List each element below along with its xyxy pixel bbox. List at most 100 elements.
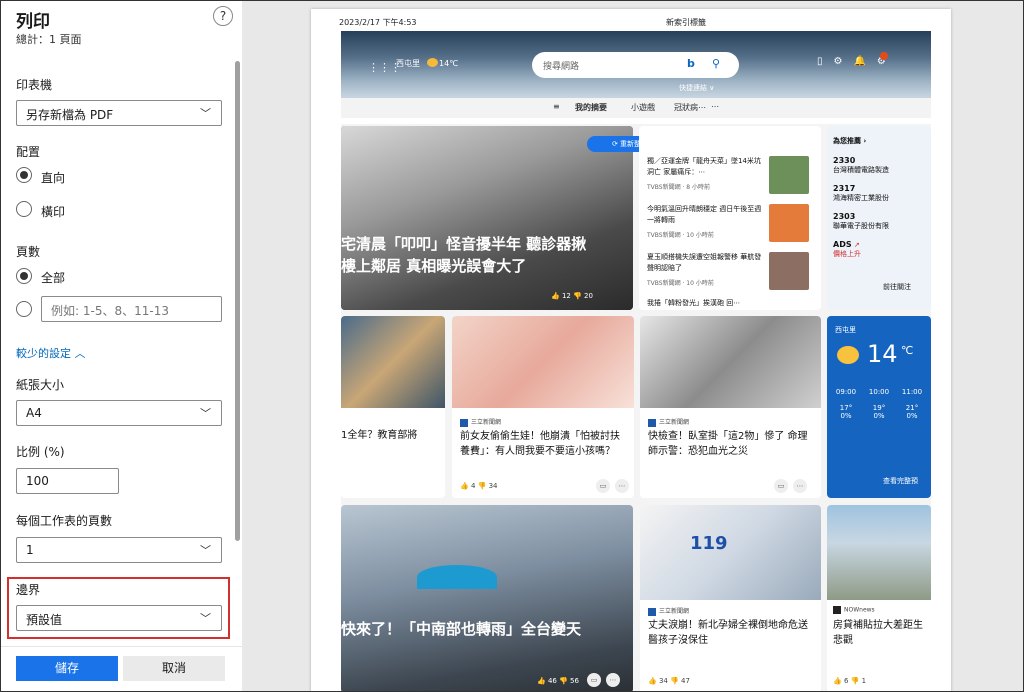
stock-4: ADS ↗ 價格上升 xyxy=(833,240,861,259)
more-icon: ⋯ xyxy=(615,479,629,493)
weather-sun-icon xyxy=(427,58,438,67)
quick-links-text: 快捷連結 ∨ xyxy=(679,84,715,92)
source-logo-icon xyxy=(648,418,656,427)
hour-temp: 21° xyxy=(905,404,919,412)
classroom-image xyxy=(341,316,445,408)
news-source-2: TVBS新聞網 · 10 小時前 xyxy=(647,232,714,239)
card-3-text: 快檢查！臥室掛「這2物」慘了 命理師示警：恐犯血光之災 xyxy=(648,431,808,457)
ambulance-image xyxy=(640,505,821,600)
save-icon: ▭ xyxy=(587,673,601,687)
search-icon: ⚲ xyxy=(712,57,721,70)
card-7-reactions: 👍 6 👎 1 xyxy=(833,677,867,685)
settings-scroll-area[interactable]: 印表機 另存新檔為 PDF ﹀ 配置 直向 橫印 頁數 全部 例如: 1-5、8… xyxy=(1,56,233,646)
source-logo-icon xyxy=(833,606,841,614)
card-2-text: 前女友偷偷生娃！他崩潰「怕被討扶養費」：有人問我要不要這小孩嗎？ xyxy=(460,431,620,457)
custom-pages-input[interactable]: 例如: 1-5、8、11-13 xyxy=(41,296,222,322)
search-box: 搜尋網路 b ⚲ xyxy=(532,52,739,78)
headline-line-2: 樓上鄰居 真相曝光誤會大了 xyxy=(341,257,527,275)
card-6-source: 三立新聞網 xyxy=(648,606,689,616)
source-name: NOWnews xyxy=(844,606,875,614)
weather-more: 查看完整預 xyxy=(883,477,918,485)
help-button[interactable]: ? xyxy=(213,6,233,26)
nav-tab-games: 小遊戲 xyxy=(631,103,655,112)
source-name: 三立新聞網 xyxy=(471,419,502,426)
news-card-7: NOWnews 房貸補貼拉大差距生悲觀 👍 6 👎 1 xyxy=(827,505,931,691)
hour-precip: 0% xyxy=(906,412,918,420)
hour-temp: 19° xyxy=(872,404,886,412)
news-card-2: 三立新聞網 前女友偷偷生娃！他崩潰「怕被討扶養費」：有人問我要不要這小孩嗎？ 👍… xyxy=(452,316,634,498)
temperature-text: 14℃ xyxy=(439,59,459,68)
card-7-text: 房貸補貼拉大差距生悲觀 xyxy=(833,620,923,646)
page-total: 總計：1 頁面 xyxy=(16,33,82,46)
stocks-card: 為您推薦 › 2330 台灣積體電路製造 2317 鴻海精密工業股份 2303 聯華電… xyxy=(827,126,931,310)
weather-unit: ℃ xyxy=(901,344,914,357)
source-name: 三立新聞網 xyxy=(659,419,690,426)
printer-select[interactable]: 另存新檔為 PDF ﹀ xyxy=(16,100,222,126)
printer-label: 印表機 xyxy=(16,78,53,92)
location-text: 西屯里 xyxy=(396,59,420,68)
dislike-count: 20 xyxy=(584,292,593,300)
hour-3: 11:00 21° 0% xyxy=(899,388,925,420)
news-list-card: 獨／亞運金牌「龍舟天菜」墜14米坑洞亡 家屬痛斥：⋯ TVBS新聞網 · 8 小… xyxy=(639,126,821,310)
stock-name: 價格上升 xyxy=(833,250,861,258)
nav-tab-my-feed: 我的摘要 xyxy=(575,103,607,112)
umbrella-shape xyxy=(417,565,497,589)
pages-per-sheet-select[interactable]: 1 ﹀ xyxy=(16,537,222,563)
stock-1: 2330 台灣積體電路製造 xyxy=(833,156,889,175)
all-pages-radio[interactable] xyxy=(16,268,32,284)
stocks-more: 前往關注 xyxy=(883,283,911,291)
hero-banner: ⋮⋮⋮ 西屯里 14℃ 搜尋網路 b ⚲ ▯⚙🔔⚙ 快捷連結 ∨ xyxy=(341,31,931,98)
like-count: 4 xyxy=(470,482,476,490)
dislike-count: 47 xyxy=(681,677,690,685)
weather-temp: 14 xyxy=(867,340,898,368)
cancel-button[interactable]: 取消 xyxy=(123,656,225,681)
weather-location: 西屯里 xyxy=(835,326,856,334)
nav-tab-covid: 冠狀病⋯ xyxy=(674,103,706,112)
source-logo-icon xyxy=(648,607,656,616)
scale-label: 比例 (%) xyxy=(16,445,65,459)
print-date: 2023/2/17 下午4:53 xyxy=(339,18,417,27)
weather-card: 西屯里 14 ℃ 09:00 17° 0% 10:00 19° 0% 11:00 21° 0… xyxy=(827,316,931,498)
hour-time: 11:00 xyxy=(901,388,923,396)
save-icon: ▭ xyxy=(596,479,610,493)
ambulance-number: 119 xyxy=(690,533,728,554)
printer-value: 另存新檔為 PDF xyxy=(26,108,114,122)
news-thumb-1 xyxy=(769,156,809,194)
stock-2: 2317 鴻海精密工業股份 xyxy=(833,184,889,203)
print-settings-panel: 列印 總計：1 頁面 ? 印表機 另存新檔為 PDF ﹀ 配置 直向 橫印 頁數… xyxy=(1,1,242,691)
fewer-settings-link[interactable]: 較少的設定 ︿ xyxy=(16,345,86,361)
bedroom-image xyxy=(640,316,821,408)
chevron-down-icon: ﹀ xyxy=(200,107,211,120)
landscape-label: 橫印 xyxy=(41,205,66,219)
rain-news-card: 快來了！「中南部也轉雨」全台變天 👍 46 👎 56 ▭ ⋯ xyxy=(341,505,633,691)
card-6-text: 丈夫淚崩！新北孕婦全裸倒地命危送醫孩子沒保住 xyxy=(648,620,808,646)
all-pages-label: 全部 xyxy=(41,271,66,285)
headline-card: 宅清晨「叩叩」怪音擾半年 聽診器揪 樓上鄰居 真相曝光誤會大了 👍 12 👎 2… xyxy=(341,126,633,310)
chevron-down-icon: ﹀ xyxy=(200,544,211,557)
portrait-radio[interactable] xyxy=(16,167,32,183)
headline-reactions: 👍 12 👎 20 xyxy=(551,292,593,300)
card-1-text: 1全年？教育部將 xyxy=(341,430,418,441)
custom-pages-radio[interactable] xyxy=(16,301,32,317)
news-card-6: 119 三立新聞網 丈夫淚崩！新北孕婦全裸倒地命危送醫孩子沒保住 👍 34 👎 … xyxy=(640,505,821,691)
bing-icon: b xyxy=(687,57,695,70)
rain-headline: 快來了！「中南部也轉雨」全台變天 xyxy=(341,620,582,638)
portrait-label: 直向 xyxy=(41,171,66,185)
paper-size-select[interactable]: A4 ﹀ xyxy=(16,400,222,426)
news-item-4: 我捲「韓粉發光」挨漢砲 回⋯ xyxy=(647,299,741,307)
save-button[interactable]: 儲存 xyxy=(16,656,118,681)
panel-scrollbar[interactable] xyxy=(235,61,240,541)
landscape-radio[interactable] xyxy=(16,201,32,217)
dialog-footer: 儲存 取消 xyxy=(1,646,242,691)
stock-code: 2303 xyxy=(833,212,856,221)
card-2-reactions: 👍 4 👎 34 xyxy=(460,482,498,490)
chevron-up-icon: ︿ xyxy=(74,347,86,360)
stock-name: 鴻海精密工業股份 xyxy=(833,194,889,202)
scale-input[interactable]: 100 xyxy=(16,468,119,494)
paper-size-label: 紙張大小 xyxy=(16,378,65,392)
dislike-count: 1 xyxy=(861,677,867,685)
dislike-count: 56 xyxy=(570,677,579,685)
news-source-3: TVBS新聞網 · 10 小時前 xyxy=(647,280,714,287)
dialog-title: 列印 xyxy=(16,12,50,32)
card-2-source: 三立新聞網 xyxy=(460,417,501,427)
